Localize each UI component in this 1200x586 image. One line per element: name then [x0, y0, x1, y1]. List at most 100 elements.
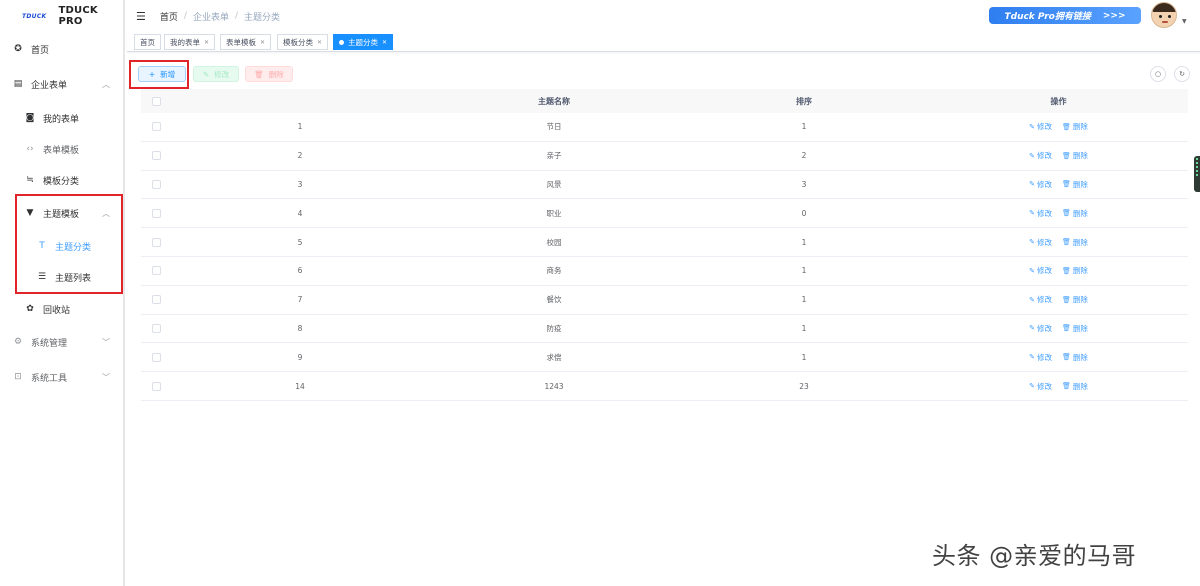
table-row[interactable]: 4 职业 0 ✎ 修改 🗑 删除 — [141, 199, 1188, 229]
row-edit-link[interactable]: ✎ 修改 — [1029, 150, 1052, 161]
row-edit-label: 修改 — [1036, 122, 1052, 132]
row-checkbox[interactable] — [151, 151, 161, 161]
sidebar-item-system-tools[interactable]: ⊡ 系统工具 ﹀ — [0, 362, 123, 392]
row-checkbox[interactable] — [151, 381, 161, 391]
row-delete-link[interactable]: 🗑 删除 — [1062, 150, 1088, 161]
promo-banner[interactable]: Tduck Pro拥有链接 >>> — [989, 7, 1141, 24]
refresh-button[interactable]: ↻ — [1174, 66, 1190, 82]
hamburger-icon[interactable]: ☰ — [136, 10, 146, 23]
column-header-sort[interactable]: 排序 — [679, 96, 929, 107]
highlight-box-theme-menu — [15, 194, 123, 294]
row-edit-link[interactable]: ✎ 修改 — [1029, 294, 1052, 305]
refresh-icon: ↻ — [1179, 70, 1185, 78]
top-navbar: ☰ 首页 / 企业表单 / 主题分类 Tduck Pro拥有链接 >>> ▼ — [127, 0, 1200, 32]
edit-icon: ✎ — [1029, 238, 1035, 247]
table-row[interactable]: 9 求偿 1 ✎ 修改 🗑 删除 — [141, 343, 1188, 373]
category-icon: ≒ — [26, 175, 34, 185]
delete-button-label: 删除 — [268, 69, 284, 79]
row-edit-link[interactable]: ✎ 修改 — [1029, 352, 1052, 363]
avatar[interactable] — [1151, 2, 1177, 28]
edit-icon: ✎ — [1029, 295, 1035, 304]
cell-name: 1243 — [544, 381, 564, 391]
cell-name: 风景 — [546, 179, 562, 189]
sidebar-item-my-forms[interactable]: ◙ 我的表单 — [0, 103, 123, 133]
table-row[interactable]: 1 节日 1 ✎ 修改 🗑 删除 — [141, 113, 1188, 142]
row-delete-link[interactable]: 🗑 删除 — [1062, 121, 1088, 132]
trash-icon: 🗑 — [1061, 382, 1071, 391]
row-delete-link[interactable]: 🗑 删除 — [1062, 294, 1088, 305]
row-checkbox[interactable] — [151, 352, 161, 362]
sidebar-item-template-categories[interactable]: ≒ 模板分类 — [0, 165, 123, 195]
sidebar-item-label: 首页 — [31, 45, 50, 56]
table-row[interactable]: 6 商务 1 ✎ 修改 🗑 删除 — [141, 257, 1188, 286]
close-icon[interactable]: ✕ — [317, 39, 322, 46]
cell-actions: ✎ 修改 🗑 删除 — [929, 352, 1188, 363]
logo[interactable]: TDUCK TDUCK PRO — [0, 0, 123, 32]
cell-sort: 1 — [801, 295, 807, 305]
row-edit-label: 修改 — [1036, 151, 1052, 161]
row-edit-link[interactable]: ✎ 修改 — [1029, 208, 1052, 219]
sidebar-item-enterprise-forms[interactable]: ▤ 企业表单 ︿ — [0, 69, 123, 99]
close-icon[interactable]: ✕ — [260, 39, 265, 46]
sidebar-item-recycle-bin[interactable]: ✿ 回收站 — [0, 294, 123, 324]
row-delete-link[interactable]: 🗑 删除 — [1062, 237, 1088, 248]
row-delete-link[interactable]: 🗑 删除 — [1062, 381, 1088, 392]
row-edit-link[interactable]: ✎ 修改 — [1029, 323, 1052, 334]
edit-icon: ✎ — [1029, 180, 1035, 189]
row-checkbox[interactable] — [151, 122, 161, 132]
row-delete-link[interactable]: 🗑 删除 — [1062, 323, 1088, 334]
breadcrumb-item[interactable]: 首页 — [160, 10, 178, 23]
row-checkbox[interactable] — [151, 266, 161, 276]
column-header-name[interactable]: 主题名称 — [429, 96, 679, 107]
search-toggle-button[interactable]: ○ — [1150, 66, 1166, 82]
close-icon[interactable]: ✕ — [204, 39, 209, 46]
sidebar-item-system-management[interactable]: ⚙ 系统管理 ﹀ — [0, 327, 123, 357]
cell-actions: ✎ 修改 🗑 删除 — [929, 121, 1188, 132]
tag-home[interactable]: 首页 — [134, 34, 161, 50]
delete-button[interactable]: 🗑 删除 — [245, 66, 293, 82]
row-checkbox[interactable] — [151, 179, 161, 189]
row-edit-label: 修改 — [1036, 381, 1052, 391]
close-icon[interactable]: ✕ — [382, 39, 387, 46]
sidebar-item-form-templates[interactable]: ‹› 表单模板 — [0, 134, 123, 164]
table-row[interactable]: 2 亲子 2 ✎ 修改 🗑 删除 — [141, 142, 1188, 171]
row-edit-link[interactable]: ✎ 修改 — [1029, 237, 1052, 248]
row-edit-link[interactable]: ✎ 修改 — [1029, 121, 1052, 132]
select-all-checkbox[interactable] — [151, 96, 161, 106]
breadcrumb-item: 主题分类 — [244, 12, 281, 23]
row-edit-link[interactable]: ✎ 修改 — [1029, 179, 1052, 190]
edit-button[interactable]: ✎ 修改 — [193, 66, 239, 82]
table-row[interactable]: 14 1243 23 ✎ 修改 🗑 删除 — [141, 372, 1188, 401]
cell-actions: ✎ 修改 🗑 删除 — [929, 294, 1188, 305]
active-dot-icon — [339, 39, 344, 45]
table-row[interactable]: 7 餐饮 1 ✎ 修改 🗑 删除 — [141, 286, 1188, 315]
row-delete-link[interactable]: 🗑 删除 — [1062, 352, 1088, 363]
table-row[interactable]: 8 防疫 1 ✎ 修改 🗑 删除 — [141, 315, 1188, 344]
sidebar-item-home[interactable]: ✪ 首页 — [0, 34, 123, 64]
row-delete-link[interactable]: 🗑 删除 — [1062, 208, 1088, 219]
tag-template-categories[interactable]: 模板分类 ✕ — [277, 34, 329, 50]
row-checkbox[interactable] — [151, 237, 161, 247]
row-checkbox[interactable] — [151, 295, 161, 305]
cell-sort: 1 — [801, 237, 807, 247]
sidebar-item-label: 我的表单 — [43, 114, 80, 125]
row-checkbox[interactable] — [151, 208, 161, 218]
table-row[interactable]: 3 风景 3 ✎ 修改 🗑 删除 — [141, 171, 1188, 200]
row-edit-link[interactable]: ✎ 修改 — [1029, 381, 1052, 392]
sidebar-item-label: 表单模板 — [43, 145, 80, 156]
row-delete-link[interactable]: 🗑 删除 — [1062, 265, 1088, 276]
caret-down-icon[interactable]: ▼ — [1182, 18, 1187, 25]
tag-theme-categories[interactable]: 主题分类 ✕ — [333, 34, 394, 50]
row-checkbox[interactable] — [151, 323, 161, 333]
table-row[interactable]: 5 校园 1 ✎ 修改 🗑 删除 — [141, 228, 1188, 257]
tag-label: 模板分类 — [283, 37, 313, 47]
column-header-actions: 操作 — [1050, 96, 1067, 106]
row-edit-link[interactable]: ✎ 修改 — [1029, 265, 1052, 276]
side-drawer-handle[interactable] — [1194, 156, 1200, 192]
tag-my-forms[interactable]: 我的表单 ✕ — [164, 34, 216, 50]
trash-icon: 🗑 — [1061, 151, 1071, 160]
tag-form-templates[interactable]: 表单模板 ✕ — [220, 34, 272, 50]
row-delete-link[interactable]: 🗑 删除 — [1062, 179, 1088, 190]
cell-id: 3 — [297, 179, 303, 189]
form-icon: ▤ — [13, 79, 23, 89]
